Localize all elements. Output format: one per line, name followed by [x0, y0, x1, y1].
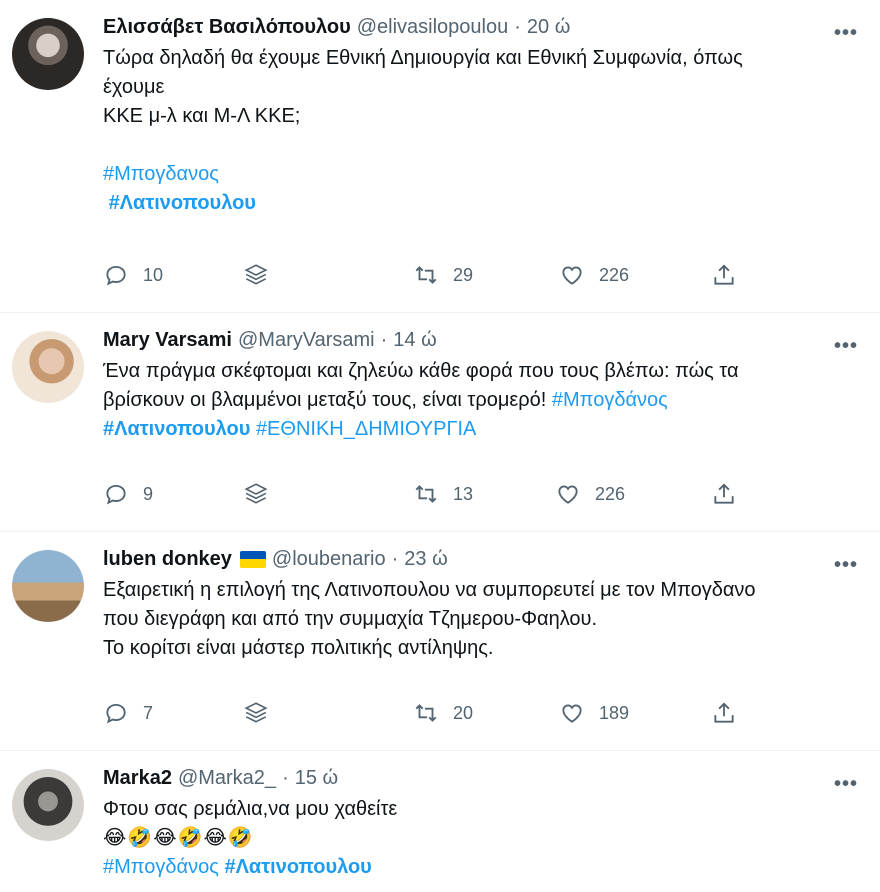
text-line: Τώρα δηλαδή θα έχουμε Εθνική Δημιουργία …	[103, 47, 743, 69]
heart-icon	[558, 485, 578, 504]
retweet-icon	[415, 266, 437, 284]
text-line: που διεγράφη και από την συμμαχία Τζημερ…	[103, 608, 598, 630]
avatar[interactable]	[12, 550, 84, 622]
reply-button[interactable]: 7	[103, 700, 153, 726]
user-handle[interactable]: @loubenario	[272, 548, 386, 571]
separator-dot: ·	[514, 15, 521, 38]
heart-icon	[562, 266, 582, 285]
hashtag-link[interactable]: #Μπογδάνος	[103, 856, 219, 878]
timestamp[interactable]: 14 ώ	[393, 329, 436, 352]
tweet[interactable]: Ελισσάβετ Βασιλόπουλου @elivasilopoulou …	[0, 0, 880, 313]
avatar[interactable]	[12, 769, 84, 841]
like-count: 226	[599, 264, 630, 285]
share-icon	[714, 264, 734, 285]
separator-dot: ·	[282, 766, 289, 789]
reply-icon	[106, 265, 126, 286]
tweet[interactable]: Mary Varsami @MaryVarsami · 14 ώ ••• Ένα…	[0, 313, 880, 532]
hashtag-link[interactable]: #Λατινοπουλου	[103, 418, 250, 440]
tweet-actions: 9 13 226	[103, 477, 763, 511]
user-handle[interactable]: @MaryVarsami	[238, 329, 375, 352]
more-options-icon[interactable]: •••	[834, 22, 858, 45]
layers-icon	[244, 702, 268, 723]
reply-icon	[106, 484, 126, 505]
tweet-header: Marka2 @Marka2_ · 15 ώ	[103, 765, 864, 791]
hide-replies-button[interactable]	[243, 481, 269, 507]
reply-button[interactable]: 10	[103, 262, 163, 288]
text-line: έχουμε	[103, 76, 165, 98]
display-name[interactable]: Ελισσάβετ Βασιλόπουλου	[103, 16, 351, 39]
tweet-header: luben donkey @loubenario · 23 ώ	[103, 546, 864, 572]
share-button[interactable]	[711, 700, 737, 726]
text-line: Φτου σας ρεμάλια,να μου χαθείτε	[103, 798, 398, 820]
like-button[interactable]: 226	[555, 481, 625, 507]
text-line: ΚΚΕ μ-λ και Μ-Λ ΚΚΕ;	[103, 105, 301, 127]
layers-icon	[244, 483, 268, 504]
hide-replies-button[interactable]	[243, 700, 269, 726]
retweet-button[interactable]: 29	[413, 262, 473, 288]
user-handle[interactable]: @Marka2_	[178, 767, 276, 790]
heart-icon	[562, 704, 582, 723]
hashtag-link[interactable]: #Μπογδανος	[103, 163, 219, 185]
retweet-count: 20	[453, 702, 474, 723]
separator-dot: ·	[391, 547, 399, 570]
share-button[interactable]	[711, 481, 737, 507]
layers-icon	[244, 264, 268, 285]
more-options-icon[interactable]: •••	[834, 554, 858, 577]
like-button[interactable]: 226	[559, 262, 629, 288]
tweet-text: Φτου σας ρεμάλια,να μου χαθείτε 😂🤣😂🤣😂🤣 #…	[103, 795, 843, 882]
tweet[interactable]: luben donkey @loubenario · 23 ώ ••• Εξαι…	[0, 532, 880, 751]
timeline: Ελισσάβετ Βασιλόπουλου @elivasilopoulou …	[0, 0, 880, 892]
avatar[interactable]	[12, 331, 84, 403]
retweet-button[interactable]: 20	[413, 700, 473, 726]
user-handle[interactable]: @elivasilopoulou	[357, 16, 509, 39]
tweet-header: Ελισσάβετ Βασιλόπουλου @elivasilopoulou …	[103, 14, 864, 40]
hashtag-link[interactable]: #Λατινοπουλου	[224, 856, 371, 878]
share-button[interactable]	[711, 262, 737, 288]
reply-button[interactable]: 9	[103, 481, 153, 507]
display-name[interactable]: luben donkey	[103, 548, 232, 571]
tweet-actions: 10 29 226	[103, 258, 763, 292]
display-name[interactable]: Marka2	[103, 767, 172, 790]
tweet-text: Ένα πράγμα σκέφτομαι και ζηλεύω κάθε φορ…	[103, 357, 843, 444]
share-icon	[714, 702, 734, 723]
tweet[interactable]: Marka2 @Marka2_ · 15 ώ ••• Φτου σας ρεμά…	[0, 751, 880, 892]
ukraine-flag-icon	[239, 550, 266, 568]
retweet-count: 13	[453, 483, 474, 504]
display-name[interactable]: Mary Varsami	[103, 329, 232, 352]
like-button[interactable]: 189	[559, 700, 629, 726]
reply-icon	[106, 703, 126, 724]
retweet-button[interactable]: 13	[413, 481, 473, 507]
tweet-text: Τώρα δηλαδή θα έχουμε Εθνική Δημιουργία …	[103, 44, 843, 218]
retweet-icon	[415, 485, 437, 503]
emoji-row: 😂🤣😂🤣😂🤣	[103, 827, 254, 849]
like-count: 189	[599, 702, 630, 723]
hashtag-link[interactable]: #Μπογδάνος	[552, 389, 668, 411]
text-line: βρίσκουν οι βλαμμένοι μεταξύ τους, είναι…	[103, 389, 552, 411]
timestamp[interactable]: 20 ώ	[527, 16, 570, 39]
like-count: 226	[595, 483, 626, 504]
more-options-icon[interactable]: •••	[834, 773, 858, 796]
text-line: Εξαιρετική η επιλογή της Λατινοπουλου να…	[103, 579, 756, 601]
timestamp[interactable]: 15 ώ	[295, 767, 338, 790]
reply-count: 10	[143, 264, 164, 285]
text-line: Ένα πράγμα σκέφτομαι και ζηλεύω κάθε φορ…	[103, 360, 739, 382]
hide-replies-button[interactable]	[243, 262, 269, 288]
tweet-header: Mary Varsami @MaryVarsami · 14 ώ	[103, 327, 864, 353]
hashtag-link[interactable]: #Λατινοπουλου	[109, 192, 256, 214]
avatar[interactable]	[12, 18, 84, 90]
more-options-icon[interactable]: •••	[834, 335, 858, 358]
retweet-count: 29	[453, 264, 474, 285]
retweet-icon	[415, 704, 437, 722]
reply-count: 9	[143, 483, 154, 504]
timestamp[interactable]: 23 ώ	[404, 548, 447, 571]
tweet-actions: 7 20 189	[103, 696, 763, 730]
tweet-text: Εξαιρετική η επιλογή της Λατινοπουλου να…	[103, 576, 843, 663]
reply-count: 7	[143, 702, 154, 723]
share-icon	[714, 483, 734, 504]
hashtag-link[interactable]: #ΕΘΝΙΚΗ_ΔΗΜΙΟΥΡΓΙΑ	[256, 418, 476, 440]
separator-dot: ·	[380, 328, 388, 351]
text-line: Το κορίτσι είναι μάστερ πολιτικής αντίλη…	[103, 637, 494, 659]
